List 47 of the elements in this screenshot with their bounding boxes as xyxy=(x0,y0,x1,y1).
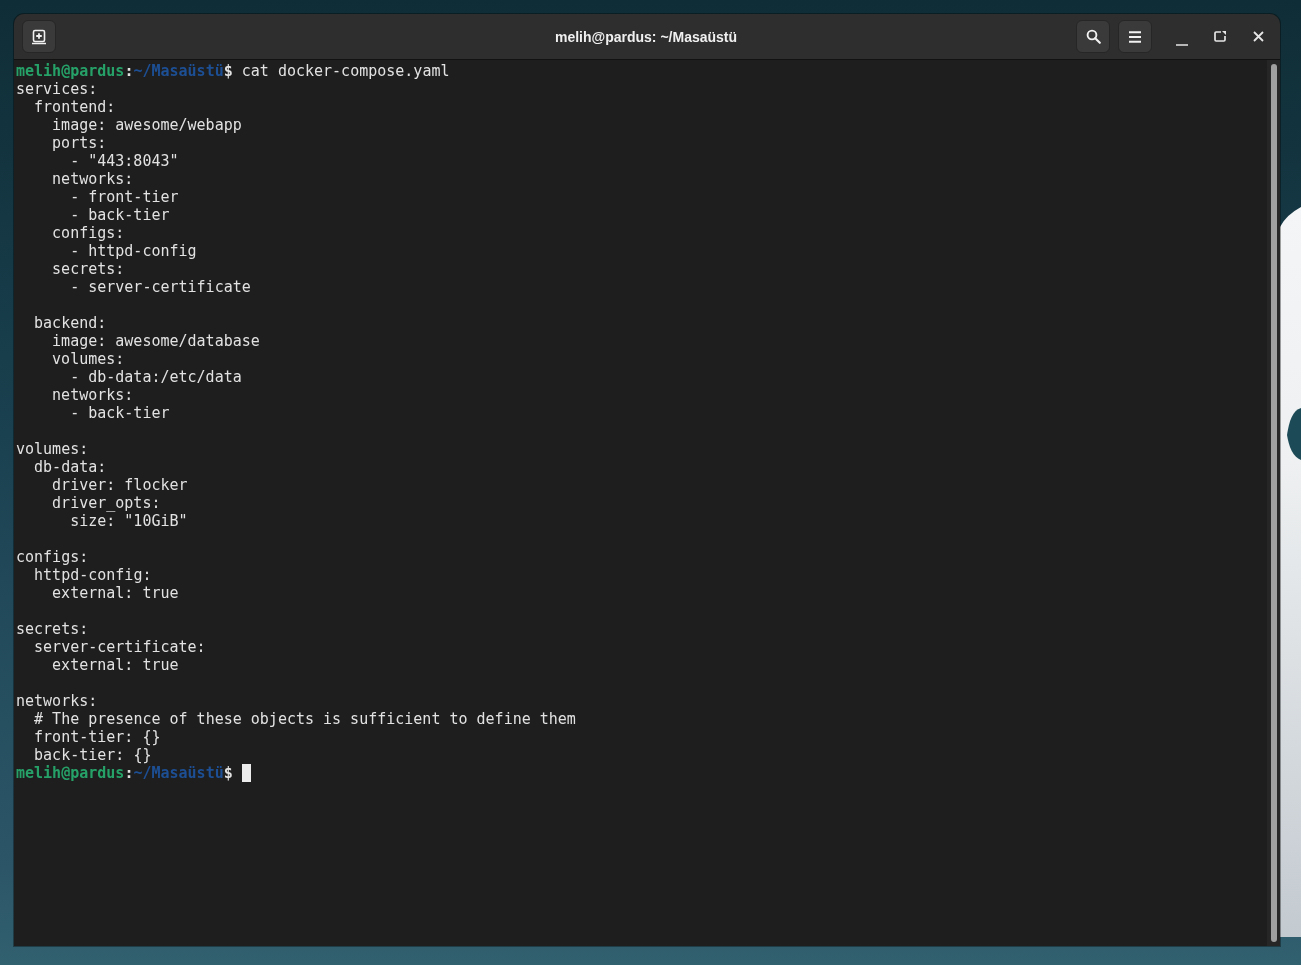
shell-prompt: melih@pardus:~/Masaüstü$ xyxy=(16,764,233,782)
new-tab-icon xyxy=(31,28,47,45)
output-line: image: awesome/webapp xyxy=(52,116,242,134)
output-line: httpd-config: xyxy=(34,566,152,584)
output-line: - front-tier xyxy=(70,188,179,206)
window-title: melih@pardus: ~/Masaüstü xyxy=(554,28,738,45)
output-line: db-data: xyxy=(34,458,107,476)
output-line: networks: xyxy=(52,170,134,188)
output-line: volumes: xyxy=(16,440,89,458)
output-line: frontend: xyxy=(34,98,116,116)
output-line: - "443:8043" xyxy=(70,152,179,170)
output-line: size: "10GiB" xyxy=(70,512,188,530)
output-line: ports: xyxy=(52,134,107,152)
output-line: services: xyxy=(16,80,98,98)
new-tab-button[interactable] xyxy=(22,20,56,53)
menu-button[interactable] xyxy=(1118,20,1152,53)
output-line: secrets: xyxy=(16,620,89,638)
output-line: - server-certificate xyxy=(70,278,251,296)
output-line: networks: xyxy=(52,386,134,404)
minimize-icon xyxy=(1176,43,1188,46)
output-line: networks: xyxy=(16,692,98,710)
output-line: driver: flocker xyxy=(52,476,188,494)
command-text: cat docker-compose.yaml xyxy=(241,62,450,80)
output-line: configs: xyxy=(16,548,89,566)
output-line: volumes: xyxy=(52,350,125,368)
close-icon xyxy=(1252,31,1264,42)
search-button[interactable] xyxy=(1076,20,1110,53)
output-line: - back-tier xyxy=(70,404,170,422)
output-line: server-certificate: xyxy=(34,638,206,656)
output-line: secrets: xyxy=(52,260,125,278)
search-icon xyxy=(1085,29,1101,44)
output-line: - back-tier xyxy=(70,206,170,224)
menu-icon xyxy=(1129,30,1141,43)
shell-prompt: melih@pardus:~/Masaüstü$ xyxy=(16,62,233,80)
output-line: driver_opts: xyxy=(52,494,161,512)
output-line: # The presence of these objects is sufficient to define them xyxy=(34,710,576,728)
output-line: back-tier: {} xyxy=(34,746,152,764)
output-line: backend: xyxy=(34,314,107,332)
output-line: front-tier: {} xyxy=(34,728,161,746)
scrollbar-thumb[interactable] xyxy=(1271,64,1277,942)
output-line: - httpd-config xyxy=(70,242,197,260)
output-line: - db-data:/etc/data xyxy=(70,368,242,386)
restore-icon xyxy=(1214,31,1226,42)
output-line: configs: xyxy=(52,224,125,242)
output-line: external: true xyxy=(52,584,179,602)
output-line: external: true xyxy=(52,656,179,674)
output-line: image: awesome/database xyxy=(52,332,260,350)
